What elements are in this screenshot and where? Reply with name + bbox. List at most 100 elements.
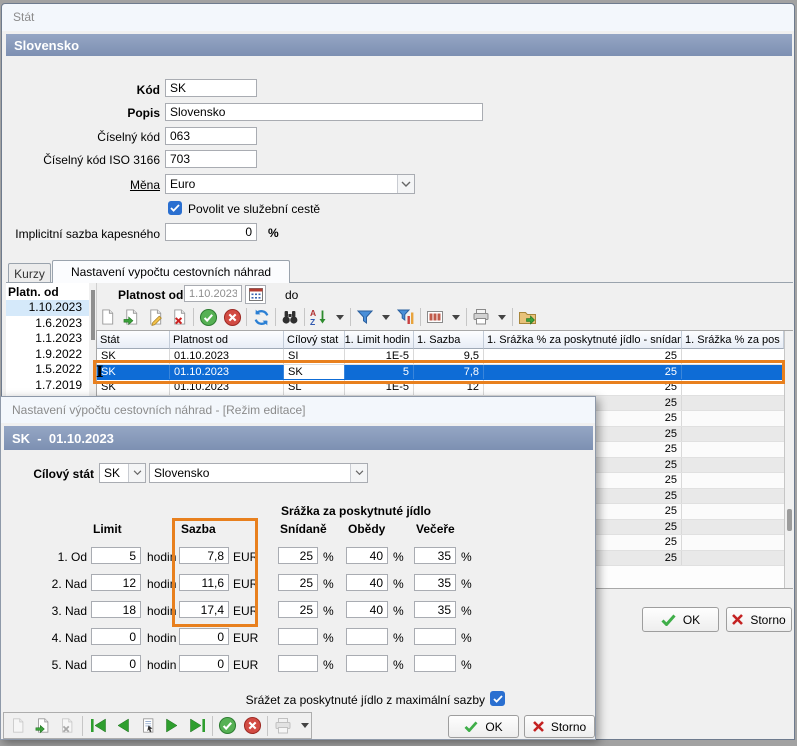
confirm-icon[interactable] [218,715,238,736]
columns-icon[interactable] [425,307,445,328]
vecere-input[interactable] [414,547,456,564]
new-icon[interactable] [8,715,28,736]
edit-icon[interactable] [145,307,165,328]
mena-combobox[interactable]: Euro [165,174,415,194]
copy-icon[interactable] [121,307,141,328]
copy-icon[interactable] [33,715,53,736]
dialog-ok-button[interactable]: OK [448,715,519,738]
dialog-ok-label: OK [485,720,502,734]
tab-kurzy[interactable]: Kurzy [8,263,51,283]
chevron-down-icon[interactable] [397,175,414,193]
sort-az-icon[interactable]: AZ [309,307,329,328]
snidane-input[interactable] [278,547,318,564]
search-binoculars-icon[interactable] [280,307,300,328]
table-row[interactable]: SK 01.10.2023 SL 1E-5 12 25 [97,380,792,396]
vecere-input[interactable] [414,628,456,645]
vecere-input[interactable] [414,574,456,591]
cilovy-code-combobox[interactable]: SK [99,463,146,483]
limit-input[interactable] [91,601,141,618]
cilovy-name-combobox[interactable]: Slovensko [149,463,368,483]
export-folder-icon[interactable] [517,307,537,328]
table-row-selected[interactable]: SK 01.10.2023 SK 5 7,8 25 [97,365,792,381]
print-dropdown-icon[interactable] [298,715,311,736]
col-header-limit[interactable]: 1. Limit hodin [345,331,414,349]
obedy-input[interactable] [346,655,388,672]
date-list-item[interactable]: 1.5.2022 [6,362,89,378]
sazba-input[interactable] [179,601,229,618]
cell-cilovy-editing[interactable]: SK [284,365,345,380]
col-header-srazka-snidane[interactable]: 1. Srážka % za poskytnuté jídlo - snídan… [484,331,682,349]
obedy-input[interactable] [346,601,388,618]
nav-prev-icon[interactable] [113,715,133,736]
record-list-icon[interactable] [138,715,158,736]
snidane-input[interactable] [278,601,318,618]
delete-icon[interactable] [169,307,189,328]
print-dropdown-icon[interactable] [495,307,508,328]
snidane-input[interactable] [278,628,318,645]
povolit-checkbox[interactable] [168,201,182,215]
col-header-cilovy[interactable]: Cílový stat [284,331,345,349]
cell-limit: 1E-5 [345,349,414,364]
col-header-sazba[interactable]: 1. Sazba [414,331,484,349]
dialog-title: Nastavení výpočtu cestovních náhrad - [R… [12,403,305,417]
limit-input[interactable] [91,655,141,672]
limit-input[interactable] [91,547,141,564]
print-icon[interactable] [471,307,491,328]
limit-input[interactable] [91,628,141,645]
vecere-input[interactable] [414,601,456,618]
snidane-input[interactable] [278,574,318,591]
date-list-item[interactable]: 1.1.2023 [6,331,89,347]
date-list-item[interactable]: 1.7.2019 [6,378,89,394]
filter-icon[interactable] [355,307,375,328]
cancel-icon[interactable] [243,715,263,736]
obedy-input[interactable] [346,547,388,564]
col-header-srazka-2[interactable]: 1. Srážka % za pos [682,331,784,349]
col-header-stat[interactable]: Stát [97,331,170,349]
sazba-input[interactable] [179,655,229,672]
limit-input[interactable] [91,574,141,591]
sazba-input[interactable] [179,628,229,645]
sazba-input[interactable] [179,574,229,591]
nav-first-icon[interactable] [88,715,108,736]
delete-icon[interactable] [58,715,78,736]
kod-input[interactable] [165,79,257,97]
tab-nastaveni-nahrad[interactable]: Nastavení vypočtu cestovních náhrad [52,260,290,283]
dialog-storno-button[interactable]: Storno [524,715,595,738]
vecere-input[interactable] [414,655,456,672]
sazba-input[interactable] [179,547,229,564]
calendar-button[interactable] [245,285,266,304]
srazet-checkbox[interactable] [490,691,505,706]
table-row[interactable]: SK 01.10.2023 SI 1E-5 9,5 25 [97,349,792,365]
date-list-item[interactable]: 1.9.2022 [6,347,89,363]
ok-button[interactable]: OK [642,607,719,632]
sort-dropdown-icon[interactable] [333,307,346,328]
table-scrollbar-thumb[interactable] [787,509,792,531]
chevron-down-icon[interactable] [350,464,367,482]
confirm-icon[interactable] [198,307,218,328]
kapesne-input[interactable] [165,223,257,241]
storno-button[interactable]: Storno [726,607,792,632]
filter-dropdown-icon[interactable] [379,307,392,328]
date-list-scrollbar-thumb[interactable] [91,290,95,340]
table-scrollbar[interactable] [784,331,793,588]
toolbar-separator [246,308,247,326]
date-list-item[interactable]: 1.10.2023 [6,300,89,316]
cancel-icon[interactable] [222,307,242,328]
iso-kod-input[interactable] [165,150,257,168]
refresh-icon[interactable] [251,307,271,328]
ciselny-kod-input[interactable] [165,127,257,145]
chevron-down-icon[interactable] [128,464,145,482]
obedy-input[interactable] [346,628,388,645]
obedy-input[interactable] [346,574,388,591]
print-icon[interactable] [273,715,293,736]
platnost-od-input[interactable] [184,285,242,302]
snidane-input[interactable] [278,655,318,672]
nav-next-icon[interactable] [162,715,182,736]
col-header-platnost[interactable]: Platnost od [170,331,284,349]
new-icon[interactable] [97,307,117,328]
date-list-item[interactable]: 1.6.2023 [6,316,89,332]
filter-values-icon[interactable] [396,307,416,328]
popis-input[interactable] [165,103,483,121]
nav-last-icon[interactable] [187,715,207,736]
columns-dropdown-icon[interactable] [449,307,462,328]
